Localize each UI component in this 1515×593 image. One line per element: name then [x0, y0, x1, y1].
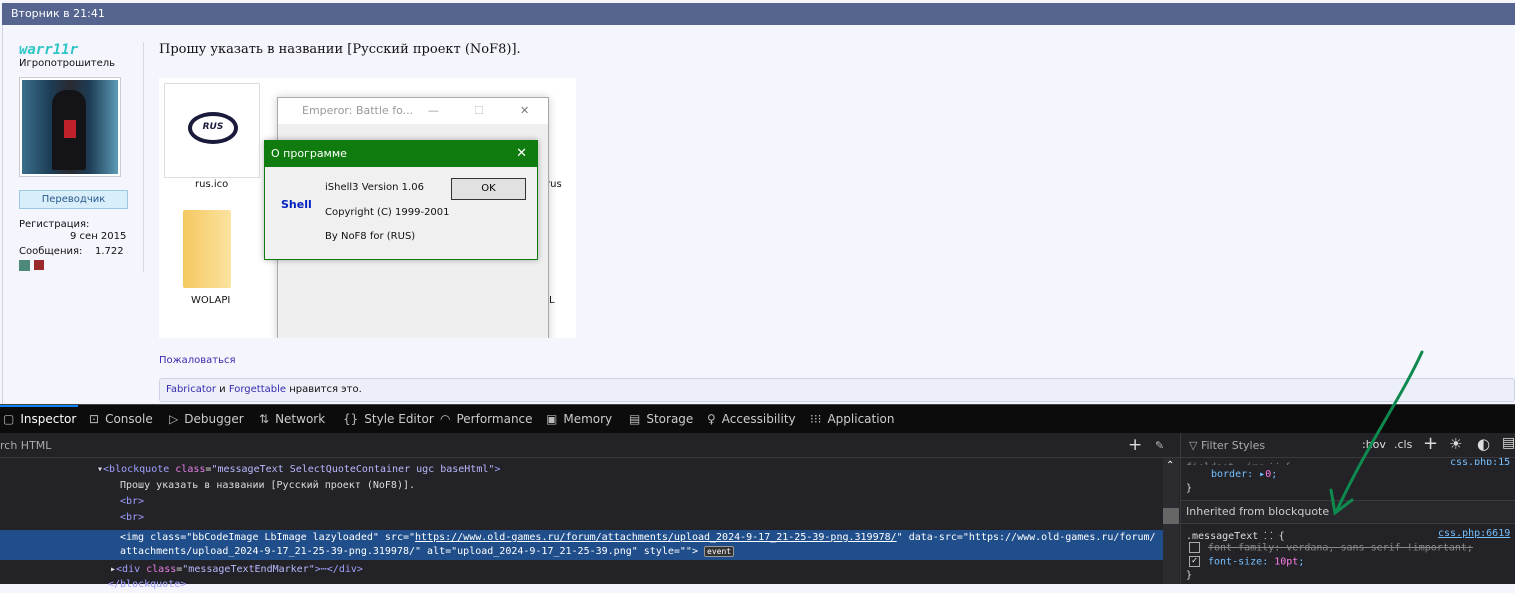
- msgs-count: 1.722: [95, 246, 124, 257]
- file-tile: RUS: [164, 83, 260, 178]
- css-prop[interactable]: border: ▸0;: [1211, 469, 1277, 480]
- tab-inspector[interactable]: ▢ Inspector: [3, 405, 76, 434]
- tree-text-node[interactable]: Прошу указать в названии [Русский проект…: [120, 478, 415, 494]
- filter-styles-input[interactable]: ▽ Filter Styles: [1181, 433, 1515, 458]
- username-link[interactable]: warr11r: [19, 42, 78, 58]
- tree-scrollbar[interactable]: ⌃: [1163, 458, 1179, 584]
- rules-panel: ▽ Filter Styles :hov .cls + ☀ ◐ ▤ fields…: [1180, 433, 1515, 584]
- liker-link[interactable]: Fabricator: [166, 384, 216, 395]
- attached-image[interactable]: RUS rus.ico WOLAPI rus L Emperor: Battle…: [159, 78, 576, 338]
- css-prop[interactable]: ✓ font-size: 10pt;: [1189, 556, 1304, 568]
- tab-performance[interactable]: ◠ Performance: [440, 405, 533, 434]
- tab-memory[interactable]: ▣ Memory: [546, 405, 612, 434]
- prop-checkbox[interactable]: [1189, 542, 1200, 553]
- likes-suffix: нравится это.: [286, 384, 362, 395]
- chip-icon: ▣: [546, 412, 558, 426]
- trophy-icon[interactable]: [19, 260, 30, 271]
- prop-checkbox[interactable]: ✓: [1189, 556, 1200, 567]
- dark-theme-icon[interactable]: ◐: [1477, 435, 1490, 453]
- tree-node[interactable]: <br>: [120, 510, 144, 526]
- tab-debugger[interactable]: ▷ Debugger: [169, 405, 244, 434]
- cls-button[interactable]: .cls: [1394, 438, 1412, 451]
- filter-icon: ▽: [1189, 439, 1198, 452]
- devtools-tabs: ▢ Inspector ⊡ Console ▷ Debugger ⇅ Network {…: [0, 404, 1515, 433]
- network-icon: ⇅: [259, 412, 270, 426]
- tree-node[interactable]: ▾<blockquote class="messageText SelectQu…: [97, 462, 500, 478]
- html-tree: ▾<blockquote class="messageText SelectQu…: [0, 458, 1163, 590]
- dialog-line: iShell3 Version 1.06: [325, 182, 424, 193]
- tab-style-editor[interactable]: {} Style Editor: [343, 405, 434, 434]
- tree-node[interactable]: ▸<div class="messageTextEndMarker">⋯</di…: [110, 562, 363, 578]
- rule-close: }: [1186, 570, 1193, 581]
- user-title: Игропотрошитель: [19, 58, 116, 69]
- msgs-label: Сообщения:: [19, 246, 83, 257]
- gauge-icon: ◠: [440, 412, 451, 426]
- debugger-icon: ▷: [169, 412, 179, 426]
- liker-link[interactable]: Forgettable: [229, 384, 286, 395]
- css-prop-disabled[interactable]: font-family: verdana, sans-serif !import…: [1189, 542, 1473, 554]
- console-icon: ⊡: [89, 412, 100, 426]
- devtools-panel: ▢ Inspector ⊡ Console ▷ Debugger ⇅ Network {…: [0, 404, 1515, 590]
- scroll-up-icon[interactable]: ⌃: [1166, 460, 1174, 471]
- tab-storage[interactable]: ▤ Storage: [629, 405, 693, 434]
- img-src-link[interactable]: https://www.old-games.ru/forum/attachmen…: [415, 532, 897, 543]
- ok-button[interactable]: OK: [451, 178, 526, 200]
- avatar[interactable]: [19, 77, 121, 177]
- divider: [143, 42, 144, 272]
- add-rule-button[interactable]: +: [1423, 433, 1438, 454]
- tab-accessibility[interactable]: ♀ Accessibility: [707, 405, 796, 434]
- light-theme-icon[interactable]: ☀: [1449, 435, 1462, 453]
- about-dialog: О программе ✕ Shell iShell3 Version 1.06 …: [264, 140, 538, 260]
- user-badge: Переводчик: [19, 190, 128, 209]
- reg-date: 9 сен 2015: [70, 231, 127, 242]
- file-label: L: [549, 295, 555, 306]
- scroll-thumb[interactable]: [1163, 508, 1179, 524]
- rule-close: }: [1186, 483, 1193, 494]
- event-badge[interactable]: event: [704, 546, 735, 557]
- post-header: Вторник в 21:41: [2, 3, 1515, 25]
- ishell-logo-icon: Shell: [281, 198, 312, 211]
- storage-icon: ▤: [629, 412, 641, 426]
- likes-bar: Fabricator и Forgettable нравится это.: [159, 378, 1515, 402]
- inherited-header: Inherited from blockquote: [1181, 500, 1515, 524]
- search-html-input[interactable]: rch HTML + ✎: [0, 433, 1180, 458]
- message-text: Прошу указать в названии [Русский проект…: [159, 42, 521, 57]
- dialog-line: Copyright (C) 1999-2001: [325, 207, 450, 218]
- tab-console[interactable]: ⊡ Console: [89, 405, 153, 434]
- folder-icon: [183, 210, 231, 288]
- tree-node[interactable]: </blockquote>: [108, 577, 186, 593]
- report-link[interactable]: Пожаловаться: [159, 355, 236, 366]
- add-node-button[interactable]: +: [1128, 433, 1142, 458]
- close-icon[interactable]: ✕: [516, 141, 527, 167]
- file-label: WOLAPI: [191, 295, 231, 306]
- hov-button[interactable]: :hov: [1362, 438, 1386, 451]
- braces-icon: {}: [343, 412, 359, 426]
- dialog-line: By NoF8 for (RUS): [325, 231, 416, 242]
- reg-label: Регистрация:: [19, 219, 90, 230]
- eyedropper-icon[interactable]: ✎: [1155, 433, 1164, 458]
- file-label: rus.ico: [195, 179, 229, 190]
- inspector-icon: ▢: [3, 412, 15, 426]
- likes-and: и: [215, 384, 229, 395]
- trophy-icon[interactable]: [34, 260, 44, 270]
- print-icon[interactable]: ▤: [1502, 435, 1515, 451]
- tab-application[interactable]: ⁝⁝⁝ Application: [810, 405, 895, 434]
- window-title: Emperor: Battle fo... — ☐ ✕: [278, 98, 548, 124]
- rule-selector: .messageText ⸬ {: [1186, 531, 1285, 542]
- rule-selector: fieldset, img ⸬ {: [1186, 459, 1291, 465]
- dialog-title: О программе: [271, 147, 347, 160]
- css-source-link[interactable]: css.php:15: [1450, 457, 1510, 465]
- accessibility-icon: ♀: [707, 412, 716, 426]
- grid-icon: ⁝⁝⁝: [810, 412, 822, 426]
- tree-node-selected[interactable]: <img class="bbCodeImage LbImage lazyload…: [0, 530, 1163, 560]
- rus-logo-icon: RUS: [188, 112, 238, 144]
- tree-node[interactable]: <br>: [120, 494, 144, 510]
- post-timestamp: Вторник в 21:41: [11, 7, 105, 20]
- css-source-link[interactable]: css.php:6619: [1438, 528, 1510, 539]
- tab-network[interactable]: ⇅ Network: [259, 405, 325, 434]
